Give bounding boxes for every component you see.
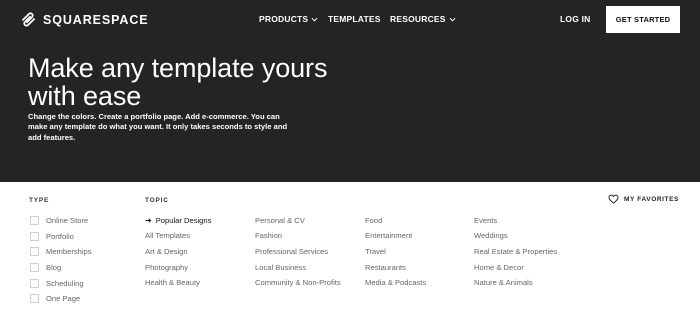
topic-weddings[interactable]: Weddings (474, 229, 557, 245)
checkbox[interactable] (30, 263, 39, 273)
nav-templates[interactable]: TEMPLATES (328, 14, 381, 24)
type-option-memberships[interactable]: Memberships (30, 244, 92, 260)
type-option-label: Blog (46, 263, 62, 273)
nav-products[interactable]: PRODUCTS (259, 14, 318, 24)
topic-food[interactable]: Food (365, 213, 426, 229)
nav-products-label: PRODUCTS (259, 14, 309, 24)
topic-all-templates[interactable]: All Templates (145, 229, 211, 245)
type-heading: TYPE (29, 197, 50, 204)
filter-panel: TYPE Online Store Portfolio Memberships … (0, 182, 700, 325)
brand-logo[interactable]: SQUARESPACE (20, 11, 149, 28)
chevron-down-icon (308, 17, 318, 22)
squarespace-logo-icon (20, 11, 37, 28)
type-filter-list: Online Store Portfolio Memberships Blog … (30, 213, 92, 307)
heart-icon (608, 194, 619, 204)
topic-personal-cv[interactable]: Personal & CV (255, 213, 341, 229)
topic-health-beauty[interactable]: Health & Beauty (145, 275, 211, 291)
nav-templates-label: TEMPLATES (328, 14, 381, 24)
type-option-online-store[interactable]: Online Store (30, 213, 92, 229)
topic-popular-designs[interactable]: ➜ Popular Designs (145, 213, 211, 229)
topic-column-1: ➜ Popular Designs All Templates Art & De… (145, 213, 211, 291)
topic-community-non-profits[interactable]: Community & Non-Profits (255, 275, 341, 291)
topic-entertainment[interactable]: Entertainment (365, 229, 426, 245)
type-option-label: Memberships (46, 247, 92, 257)
login-link[interactable]: LOG IN (560, 14, 590, 24)
topic-label: Popular Designs (155, 215, 212, 225)
login-label: LOG IN (560, 14, 591, 24)
topic-photography[interactable]: Photography (145, 260, 211, 276)
topic-events[interactable]: Events (474, 213, 557, 229)
hero-title: Make any template yours with ease (28, 53, 328, 111)
hero-subtitle: Change the colors. Create a portfolio pa… (28, 112, 288, 142)
type-option-label: Scheduling (46, 278, 84, 288)
topic-heading: TOPIC (145, 197, 169, 204)
get-started-button[interactable]: GET STARTED (606, 6, 680, 33)
checkbox[interactable] (30, 247, 39, 257)
type-option-blog[interactable]: Blog (30, 260, 92, 276)
arrow-right-icon: ➜ (145, 215, 152, 225)
topic-travel[interactable]: Travel (365, 244, 426, 260)
checkbox[interactable] (30, 278, 39, 288)
topic-nature-animals[interactable]: Nature & Animals (474, 275, 557, 291)
topic-media-podcasts[interactable]: Media & Podcasts (365, 275, 426, 291)
chevron-down-icon (446, 17, 456, 22)
nav-resources[interactable]: RESOURCES (390, 14, 456, 24)
checkbox[interactable] (30, 231, 39, 241)
topic-local-business[interactable]: Local Business (255, 260, 341, 276)
nav-resources-label: RESOURCES (390, 14, 446, 24)
topic-professional-services[interactable]: Professional Services (255, 244, 341, 260)
checkbox[interactable] (30, 216, 39, 226)
topic-real-estate-properties[interactable]: Real Estate & Properties (474, 244, 557, 260)
type-option-scheduling[interactable]: Scheduling (30, 275, 92, 291)
type-option-label: One Page (46, 294, 81, 304)
type-option-label: Online Store (46, 216, 89, 226)
type-option-portfolio[interactable]: Portfolio (30, 229, 92, 245)
my-favorites-button[interactable]: MY FAVORITES (608, 194, 679, 204)
topic-fashion[interactable]: Fashion (255, 229, 341, 245)
topic-column-3: Food Entertainment Travel Restaurants Me… (365, 213, 426, 291)
topic-column-4: Events Weddings Real Estate & Properties… (474, 213, 557, 291)
checkbox[interactable] (30, 294, 39, 304)
brand-name: SQUARESPACE (43, 12, 149, 27)
topic-restaurants[interactable]: Restaurants (365, 260, 426, 276)
type-option-one-page[interactable]: One Page (30, 291, 92, 307)
topic-column-2: Personal & CV Fashion Professional Servi… (255, 213, 341, 291)
type-option-label: Portfolio (46, 231, 74, 241)
topic-art-design[interactable]: Art & Design (145, 244, 211, 260)
topic-home-decor[interactable]: Home & Decor (474, 260, 557, 276)
hero-section: SQUARESPACE PRODUCTS TEMPLATES RESOURCES… (0, 0, 700, 182)
my-favorites-label: MY FAVORITES (624, 195, 679, 203)
